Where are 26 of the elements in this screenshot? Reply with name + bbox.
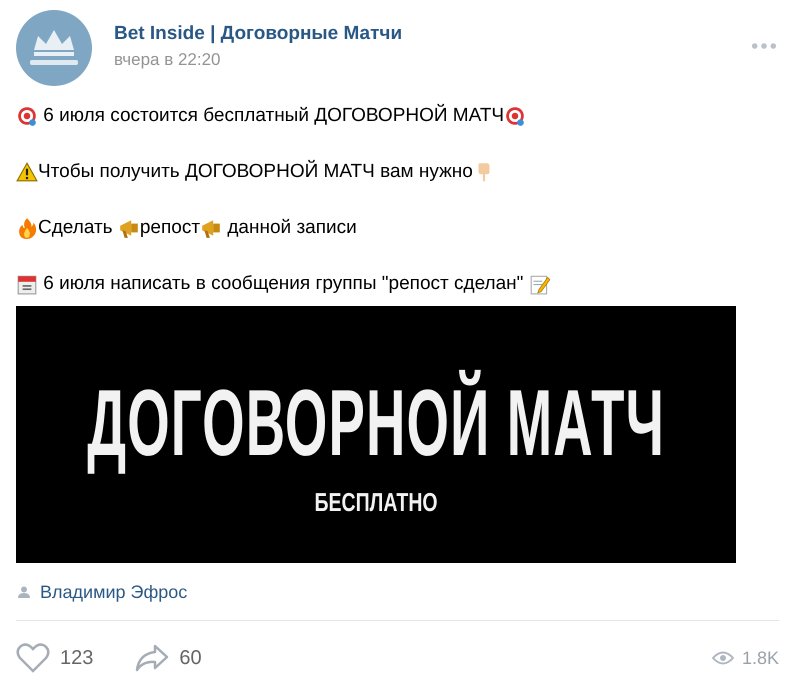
banner-title: ДОГОВОРНОЙ МАТЧ <box>87 368 665 476</box>
banner-image[interactable]: ДОГОВОРНОЙ МАТЧ БЕСПЛАТНО <box>16 306 736 563</box>
post-text: Чтобы получить ДОГОВОРНОЙ МАТЧ вам нужно <box>38 160 473 184</box>
group-name-link[interactable]: Bet Inside | Договорные Матчи <box>114 22 402 46</box>
user-icon <box>18 586 30 598</box>
eye-icon <box>712 651 734 665</box>
post-text: 6 июля написать в сообщения группы "репост сделан" <box>42 272 524 296</box>
post-text: 6 июля состоится бесплатный ДОГОВОРНОЙ МАТЧ <box>42 104 504 128</box>
share-arrow-icon[interactable] <box>135 643 170 673</box>
avatar-logo[interactable] <box>16 10 92 86</box>
target-icon <box>504 105 526 127</box>
like-count: 123 <box>60 646 94 670</box>
banner-subtitle: БЕСПЛАТНО <box>314 486 438 516</box>
calendar-icon <box>16 273 38 295</box>
post-text: данной записи <box>226 216 357 240</box>
heart-icon[interactable] <box>16 643 50 673</box>
target-icon <box>16 105 38 127</box>
view-count: 1.8K <box>742 648 779 668</box>
pencil-note-icon <box>528 273 551 295</box>
share-count: 60 <box>179 646 202 670</box>
fire-icon <box>16 217 38 239</box>
post-text: репост <box>140 216 200 240</box>
post-text: Сделать <box>38 216 114 240</box>
warning-icon <box>16 161 38 183</box>
signer-link[interactable]: Владимир Эфрос <box>40 582 188 602</box>
more-menu-icon[interactable] <box>751 42 777 50</box>
